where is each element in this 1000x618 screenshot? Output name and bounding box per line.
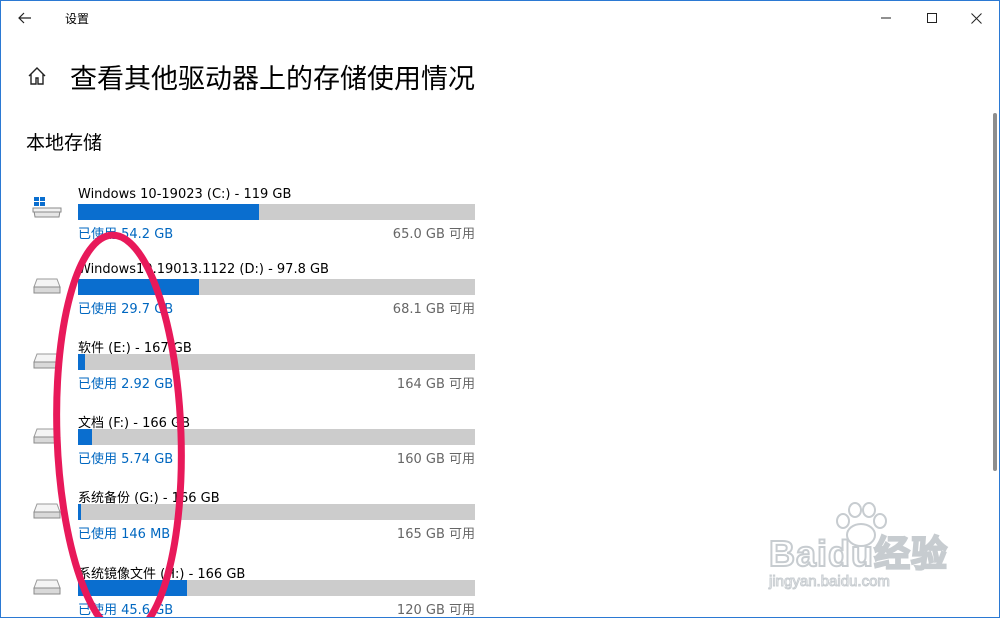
usage-bar	[78, 354, 475, 370]
usage-bar-fill	[78, 204, 259, 220]
maximize-icon	[927, 13, 937, 23]
windows-system-drive-icon	[32, 197, 62, 218]
minimize-button[interactable]	[863, 1, 909, 35]
usage-bar-fill	[78, 354, 85, 370]
window-title: 设置	[65, 12, 90, 26]
usage-bar	[78, 429, 475, 445]
free-space-text: 164 GB 可用	[396, 377, 475, 392]
title-bar: 设置	[1, 1, 999, 35]
free-space-text: 160 GB 可用	[396, 452, 475, 467]
settings-window: 设置 查看其他驱动器上的存储使用情况 本地存储 Windows 10-19023…	[0, 0, 1000, 618]
drive-item-g[interactable]: 系统备份 (G:) - 166 GB 已使用 146 MB 165 GB 可用	[1, 487, 501, 562]
hard-drive-icon	[33, 428, 61, 444]
minimize-icon	[881, 17, 891, 19]
usage-bar	[78, 580, 475, 596]
scrollbar[interactable]	[993, 113, 997, 471]
usage-bar	[78, 504, 475, 520]
watermark-url: jingyan.baidu.com	[769, 573, 891, 591]
maximize-button[interactable]	[909, 1, 955, 35]
paw-logo-icon	[836, 502, 887, 547]
back-arrow-icon	[18, 12, 31, 24]
free-space-text: 65.0 GB 可用	[392, 227, 475, 242]
home-icon	[28, 67, 46, 85]
used-link[interactable]: 已使用 45.6 GB	[78, 599, 173, 617]
usage-bar-fill	[78, 429, 92, 445]
drive-item-e[interactable]: 软件 (E:) - 167 GB 已使用 2.92 GB 164 GB 可用	[1, 337, 501, 412]
section-title: 本地存储	[26, 132, 103, 154]
used-link[interactable]: 已使用 5.74 GB	[78, 448, 173, 467]
close-icon	[970, 12, 982, 24]
page-title: 查看其他驱动器上的存储使用情况	[70, 64, 475, 95]
usage-bar-fill	[78, 580, 188, 596]
drive-item-h[interactable]: 系统镜像文件 (H:) - 166 GB 已使用 45.6 GB 120 GB …	[1, 563, 501, 618]
free-space-text: 120 GB 可用	[396, 603, 475, 618]
drive-item-d[interactable]: Windows10.19013.1122 (D:) - 97.8 GB 已使用 …	[1, 262, 501, 337]
hard-drive-icon	[33, 278, 61, 294]
back-button[interactable]	[11, 5, 39, 31]
hard-drive-icon	[33, 579, 61, 595]
used-link[interactable]: 已使用 29.7 GB	[78, 298, 173, 317]
usage-bar-fill	[78, 504, 82, 520]
drive-name: Windows 10-19023 (C:) - 119 GB	[78, 187, 292, 202]
drive-name: Windows10.19013.1122 (D:) - 97.8 GB	[78, 262, 329, 277]
drive-item-f[interactable]: 文档 (F:) - 166 GB 已使用 5.74 GB 160 GB 可用	[1, 412, 501, 487]
watermark-brand: Baidu经验	[768, 532, 949, 575]
baidu-watermark: Baidu经验 jingyan.baidu.com	[761, 501, 981, 601]
used-link[interactable]: 已使用 2.92 GB	[78, 373, 173, 392]
home-button[interactable]	[26, 65, 48, 87]
usage-bar	[78, 204, 475, 220]
hard-drive-icon	[33, 353, 61, 369]
used-link[interactable]: 已使用 146 MB	[78, 523, 170, 542]
close-button[interactable]	[953, 1, 999, 35]
free-space-text: 68.1 GB 可用	[392, 302, 475, 317]
hard-drive-icon	[33, 503, 61, 519]
free-space-text: 165 GB 可用	[396, 527, 475, 542]
usage-bar-fill	[78, 279, 199, 295]
drive-item-c[interactable]: Windows 10-19023 (C:) - 119 GB 已使用 54.2 …	[1, 187, 501, 262]
usage-bar	[78, 279, 475, 295]
used-link[interactable]: 已使用 54.2 GB	[78, 223, 173, 242]
